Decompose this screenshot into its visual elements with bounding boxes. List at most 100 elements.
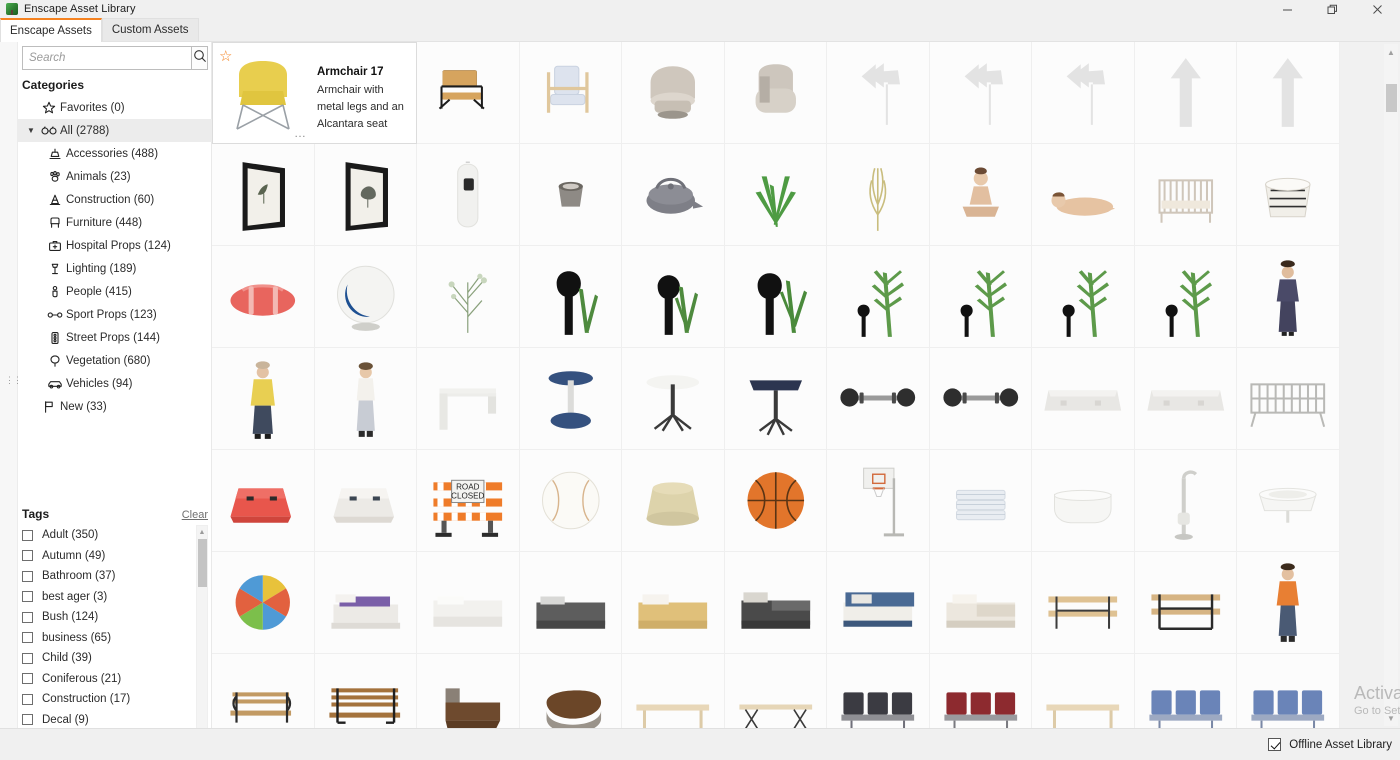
- asset-thumb-hoop[interactable]: [827, 450, 930, 552]
- tag-checkbox[interactable]: [22, 714, 33, 726]
- asset-thumb-armchair-wood[interactable]: [519, 42, 623, 144]
- tags-scrollbar[interactable]: ▲ ▼: [196, 525, 208, 760]
- sidebar-item-accessories[interactable]: Accessories (488): [18, 142, 212, 165]
- asset-thumb-round-table[interactable]: [622, 348, 725, 450]
- sidebar-item-vehicles[interactable]: Vehicles (94): [18, 372, 212, 395]
- sidebar-splitter[interactable]: ⋮⋮: [0, 42, 22, 728]
- asset-thumb-desk[interactable]: [417, 348, 520, 450]
- tag-checkbox[interactable]: [22, 693, 33, 705]
- asset-card-selected[interactable]: ☆… Armchair 17 Armchair with metal legs an…: [212, 42, 418, 144]
- tag-checkbox[interactable]: [22, 529, 33, 541]
- asset-thumb-pouf[interactable]: [622, 450, 725, 552]
- asset-thumb-seats-3[interactable]: [1134, 654, 1238, 728]
- tag-checkbox[interactable]: [22, 632, 33, 644]
- asset-thumb-frame-2[interactable]: [314, 144, 418, 246]
- asset-thumb-bed-7[interactable]: [929, 552, 1033, 654]
- sidebar-item-lighting[interactable]: Lighting (189): [18, 257, 212, 280]
- asset-thumb-basketball[interactable]: [724, 450, 828, 552]
- asset-thumb-barrier-2[interactable]: [1134, 348, 1238, 450]
- asset-thumb-pot[interactable]: [519, 144, 623, 246]
- asset-thumb-square-table[interactable]: [724, 348, 828, 450]
- tab-enscape-assets[interactable]: Enscape Assets: [0, 18, 102, 42]
- tag-row[interactable]: Decal (9): [22, 710, 192, 731]
- tag-row[interactable]: Bush (124): [22, 607, 192, 628]
- chevron-up-icon[interactable]: ▲: [197, 527, 207, 538]
- tag-row[interactable]: Adult (350): [22, 525, 192, 546]
- asset-thumb-bin[interactable]: [417, 144, 520, 246]
- asset-thumb-branches[interactable]: [417, 246, 520, 348]
- tag-checkbox[interactable]: [22, 570, 33, 582]
- asset-thumb-frame-1[interactable]: [212, 144, 315, 246]
- asset-thumb-person-5[interactable]: [314, 348, 418, 450]
- search-button[interactable]: [191, 46, 208, 70]
- sidebar-item-construction[interactable]: Construction (60): [18, 188, 212, 211]
- asset-thumb-aloe[interactable]: [724, 144, 828, 246]
- sidebar-item-new[interactable]: New (33): [18, 395, 212, 418]
- asset-thumb-tree-2[interactable]: [929, 246, 1033, 348]
- asset-thumb-silhouette-2[interactable]: [622, 246, 725, 348]
- tag-row[interactable]: Construction (17): [22, 689, 192, 710]
- asset-thumb-faucet[interactable]: [1134, 450, 1238, 552]
- asset-thumb-bed-6[interactable]: [827, 552, 930, 654]
- asset-thumb-barbell-2[interactable]: [929, 348, 1033, 450]
- asset-thumb-barrier-red[interactable]: [212, 450, 315, 552]
- asset-thumb-barbell-1[interactable]: [827, 348, 930, 450]
- ellipsis-icon[interactable]: …: [294, 127, 307, 139]
- minimize-button[interactable]: [1265, 0, 1310, 18]
- tags-scrollbar-thumb[interactable]: [198, 539, 207, 587]
- tag-row[interactable]: Bathroom (37): [22, 566, 192, 587]
- asset-grid-scrollbar[interactable]: ▲ ▼: [1384, 44, 1398, 726]
- restore-button[interactable]: [1310, 0, 1355, 18]
- tag-row[interactable]: best ager (3): [22, 587, 192, 608]
- asset-thumb-seats-1[interactable]: [827, 654, 930, 728]
- chevron-up-icon[interactable]: ▲: [1384, 46, 1398, 58]
- asset-thumb-person-6[interactable]: [1237, 552, 1341, 654]
- asset-thumb-tree-3[interactable]: [1032, 246, 1135, 348]
- asset-thumb-daybed-1[interactable]: [417, 654, 520, 728]
- tag-checkbox[interactable]: [22, 652, 33, 664]
- asset-thumb-teapot[interactable]: [622, 144, 725, 246]
- tag-checkbox[interactable]: [22, 611, 33, 623]
- asset-thumb-arrow-decal-2[interactable]: [929, 42, 1033, 144]
- asset-thumb-silhouette-1[interactable]: [519, 246, 623, 348]
- asset-thumb-person-2[interactable]: [1032, 144, 1135, 246]
- asset-thumb-bench-6[interactable]: [724, 654, 828, 728]
- asset-thumb-person-1[interactable]: [929, 144, 1033, 246]
- asset-thumb-arrow-decal-4[interactable]: [1134, 42, 1238, 144]
- tag-checkbox[interactable]: [22, 673, 33, 685]
- asset-thumb-bench-4[interactable]: [314, 654, 418, 728]
- asset-thumb-tree-1[interactable]: [827, 246, 930, 348]
- asset-thumb-seats-4[interactable]: [1237, 654, 1341, 728]
- asset-thumb-road-closed[interactable]: ROAD CLOSED: [417, 450, 520, 552]
- asset-thumb-towels[interactable]: [929, 450, 1033, 552]
- sidebar-item-sport-props[interactable]: Sport Props (123): [18, 303, 212, 326]
- asset-thumb-bed-5[interactable]: [724, 552, 828, 654]
- asset-thumb-bench-1[interactable]: [1032, 552, 1135, 654]
- sidebar-item-animals[interactable]: Animals (23): [18, 165, 212, 188]
- search-input[interactable]: [22, 46, 191, 70]
- sidebar-item-furniture[interactable]: Furniture (448): [18, 211, 212, 234]
- asset-thumb-daybed-2[interactable]: [519, 654, 623, 728]
- asset-thumb-bed-1[interactable]: [314, 552, 418, 654]
- asset-thumb-basket[interactable]: [1237, 144, 1341, 246]
- asset-thumb-silhouette-3[interactable]: [724, 246, 828, 348]
- offline-asset-library-checkbox[interactable]: Offline Asset Library: [1268, 738, 1392, 751]
- asset-thumb-crowd-fence[interactable]: [1237, 348, 1341, 450]
- asset-thumb-beach-ball[interactable]: [212, 552, 315, 654]
- asset-thumb-crib[interactable]: [1134, 144, 1238, 246]
- tag-row[interactable]: Child (39): [22, 648, 192, 669]
- asset-thumb-person-3[interactable]: [1237, 246, 1341, 348]
- sidebar-item-people[interactable]: People (415): [18, 280, 212, 303]
- sidebar-item-favorites[interactable]: Favorites (0): [18, 96, 212, 119]
- asset-thumb-person-4[interactable]: [212, 348, 315, 450]
- asset-thumb-barrier-1[interactable]: [1032, 348, 1135, 450]
- asset-thumb-tree-4[interactable]: [1134, 246, 1238, 348]
- asset-thumb-bed-4[interactable]: [622, 552, 725, 654]
- tags-clear-link[interactable]: Clear: [182, 509, 208, 521]
- asset-thumb-tub-chair[interactable]: [622, 42, 725, 144]
- asset-thumb-armchair-leather[interactable]: [417, 42, 520, 144]
- close-button[interactable]: [1355, 0, 1400, 18]
- asset-thumb-lounge-chair[interactable]: [724, 42, 828, 144]
- asset-thumb-bench-3[interactable]: [212, 654, 315, 728]
- asset-thumb-bathtub[interactable]: [1032, 450, 1135, 552]
